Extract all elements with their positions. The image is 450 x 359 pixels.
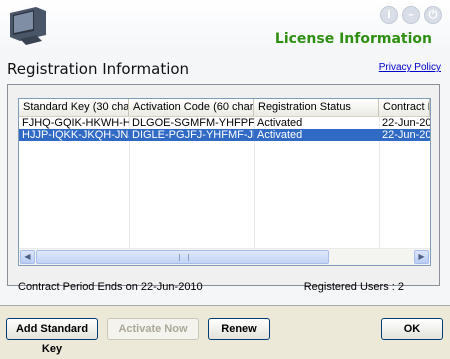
renew-button[interactable]: Renew: [208, 318, 270, 340]
table-cell: Activated: [257, 117, 303, 129]
table-row[interactable]: FJHQ-GQIK-HKWH-HN... DLGOE-SGMFM-YHFPF-M…: [19, 117, 430, 129]
registered-users-text: Registered Users : 2: [303, 281, 404, 293]
info-icon[interactable]: i: [380, 6, 398, 24]
table-cell: HJJP-IQKK-JKQH-JNJK-...: [22, 129, 129, 141]
column-header-registration-status[interactable]: Registration Status: [254, 99, 379, 116]
table-cell: 22-Jun-2010: [382, 129, 430, 141]
table-row-selected[interactable]: HJJP-IQKK-JKQH-JNJK-... DIGLE-PGJFJ-YHFM…: [19, 129, 430, 141]
scrollbar-thumb[interactable]: [36, 250, 329, 264]
ok-button[interactable]: OK: [381, 318, 443, 340]
main-panel: Registration Information Privacy Policy …: [0, 52, 450, 305]
power-icon[interactable]: ⏻: [424, 6, 442, 24]
registration-frame: Standard Key (30 char) Activation Code (…: [7, 84, 440, 286]
add-standard-key-button[interactable]: Add Standard Key: [6, 318, 98, 355]
window-controls: i – ⏻: [380, 6, 442, 24]
registration-table[interactable]: Standard Key (30 char) Activation Code (…: [18, 98, 431, 266]
page-title: Registration Information: [7, 60, 190, 78]
window-title: License Information: [274, 31, 432, 47]
table-cell: DLGOE-SGMFM-YHFPF-M...: [132, 117, 254, 129]
contract-period-text: Contract Period Ends on 22-Jun-2010: [18, 281, 203, 293]
horizontal-scrollbar[interactable]: ◀ ▶: [19, 248, 430, 265]
table-cell: 22-Jun-2010: [382, 117, 430, 129]
table-header: Standard Key (30 char) Activation Code (…: [19, 99, 430, 117]
minimize-icon[interactable]: –: [402, 6, 420, 24]
privacy-policy-link[interactable]: Privacy Policy: [379, 62, 441, 73]
thumb-grip: [179, 254, 189, 261]
column-header-contract-period[interactable]: Contract Period: [379, 99, 430, 116]
computer-logo-icon: [10, 7, 46, 45]
table-cell: FJHQ-GQIK-HKWH-HN...: [22, 117, 129, 129]
table-cell: Activated: [257, 129, 303, 141]
footer-bar: Add Standard Key Activate Now Renew OK: [0, 305, 450, 355]
column-header-activation-code[interactable]: Activation Code (60 char): [129, 99, 254, 116]
column-header-standard-key[interactable]: Standard Key (30 char): [19, 99, 129, 116]
scroll-left-button[interactable]: ◀: [20, 250, 35, 264]
scroll-right-button[interactable]: ▶: [414, 250, 429, 264]
table-cell: DIGLE-PGJFJ-YHFMF-JEJ...: [132, 129, 254, 141]
header-bar: i – ⏻ License Information: [0, 0, 450, 53]
activate-now-button[interactable]: Activate Now: [107, 318, 199, 340]
